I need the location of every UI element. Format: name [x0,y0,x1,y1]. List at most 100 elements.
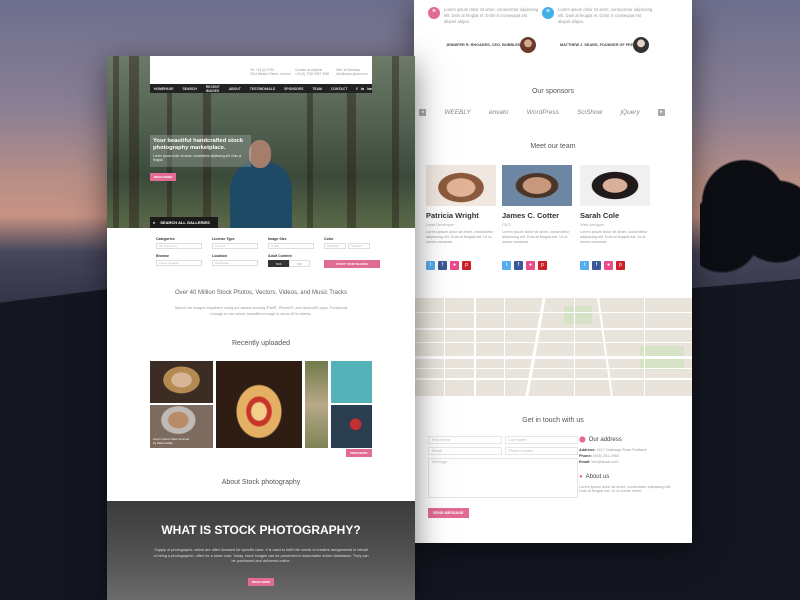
gallery-image[interactable] [216,361,302,448]
nav-item-recent-images[interactable]: RECENT IMAGES [206,85,220,93]
avatar [633,37,649,53]
testimonial-text: Lorem ipsum dolor sit amet, consectetur … [444,7,539,24]
phone-value: (503) 261-2964 [592,454,619,458]
team-socials: t f ● p [580,261,652,270]
testimonials: “ Lorem ipsum dolor sit amet, consectetu… [414,0,692,64]
email-value[interactable]: info@stock.com [591,460,618,464]
gallery-image[interactable] [331,361,372,403]
twitter-icon[interactable]: t [580,261,589,270]
map[interactable] [414,298,692,396]
gallery-image[interactable] [150,361,213,403]
carousel-prev-button[interactable]: ◂ [419,108,426,116]
twitter-icon[interactable]: t [426,261,435,270]
license-select[interactable]: License [212,243,258,249]
team-member-desc: Lorem ipsum dolor sit amet, consectetur … [502,230,570,244]
team-member-role: Web designer [580,222,605,227]
header-info: Contact us anytime +44 (0) 7760 3567 405… [295,68,330,76]
gallery-image[interactable] [331,405,372,448]
location-filter: Location Worldwide [212,254,258,268]
last-name-field[interactable]: Last name [504,436,578,444]
start-search-button[interactable]: START YOUR SEARCH [324,260,380,268]
hero-box: Your beautiful handcrafted stock photogr… [150,135,251,167]
what-read-more-button[interactable]: READ MORE [248,578,275,586]
browse-filter: Browse Latest uploads [156,254,202,268]
nav-item-sponsors[interactable]: SPONSORS [284,87,303,91]
location-select[interactable]: Worldwide [212,260,258,266]
filter-label: Browse [156,254,169,258]
carousel-next-button[interactable]: ▸ [657,108,665,116]
search-icon: ⌕ [153,220,156,225]
nav-item-search[interactable]: SEARCH [183,87,197,91]
dribbble-icon[interactable]: ● [450,261,459,270]
sponsors-title: Our sponsors [531,88,575,95]
team-photo [580,165,650,206]
sponsor-logo[interactable]: SciShow [577,109,602,116]
pinterest-icon[interactable]: p [616,261,625,270]
browse-select[interactable]: Latest uploads [156,260,202,266]
dribbble-icon[interactable]: ● [604,261,613,270]
facebook-icon[interactable]: f [514,261,523,270]
team-member-name: Sarah Cole [580,211,620,220]
address-title: Our address [588,437,622,443]
adult-yes-option[interactable]: YES [268,260,289,267]
quote-icon: “ [542,7,554,19]
send-message-button[interactable]: SEND MESSAGE [428,508,469,518]
sponsor-logo[interactable]: jQuery [621,109,640,116]
behance-icon[interactable]: be [367,86,372,91]
view-more-button[interactable]: VIEW MORE [346,449,372,457]
gallery-image[interactable]: Lorem ipsum dolor sit amet by Mark Field… [150,405,213,448]
background-tree [700,150,800,280]
address-label: Address: [579,448,596,452]
nav-item-contact[interactable]: CONTACT [331,87,347,91]
facebook-icon[interactable]: f [592,261,601,270]
about-us-title: About us [585,474,610,480]
sponsor-logo[interactable]: WEEBLY [444,109,471,116]
adult-no-option[interactable]: NO [289,260,310,267]
pinterest-icon[interactable]: p [462,261,471,270]
gallery-image[interactable] [305,361,328,448]
filter-label: Categories [156,237,175,241]
about-title: About Stock photography [221,479,301,486]
pinterest-icon[interactable]: p [538,261,547,270]
section-heading: Over 40 Million Stock Photos, Vectors, V… [175,290,347,296]
what-text: Supply of photographs, which are often l… [153,548,369,563]
first-name-field[interactable]: First name [428,436,502,444]
contact-title: Get in touch with us [522,417,584,424]
header-info: Tel: +44 (0) 0750 3764 Weston Street, Lo… [250,68,291,76]
nav-item-about[interactable]: ABOUT [229,87,241,91]
message-field[interactable]: Message [428,458,578,498]
color-input[interactable]: #000000 [324,243,346,249]
filter-label: Location [212,254,227,258]
email-field[interactable]: Email [428,447,502,455]
facebook-icon[interactable]: f [438,261,447,270]
nav-item-homepage[interactable]: HOMEPAGE [154,87,174,91]
map-road [414,368,692,369]
phone-label: Phone: [579,454,592,458]
size-select[interactable]: Small [268,243,314,249]
testimonial-text: Lorem ipsum dolor sit amet, consectetur … [558,7,653,24]
size-filter: Image Size Small [268,237,314,249]
dribbble-icon[interactable]: ● [526,261,535,270]
facebook-icon[interactable]: f [356,86,357,91]
map-road [414,342,692,343]
category-select[interactable]: All categories [156,243,202,249]
back-page: “ Lorem ipsum dolor sit amet, consectetu… [414,0,692,543]
nav-item-team[interactable]: TEAM [312,87,322,91]
nav-item-testimonials[interactable]: TESTIMONIALS [250,87,275,91]
team-socials: t f ● p [426,261,498,270]
contact-form: First name Last name Email Phone number … [428,436,578,519]
filter-label: Image Size [268,237,287,241]
sponsor-logo[interactable]: WordPress [527,109,559,116]
linkedin-icon[interactable]: in [361,86,365,91]
color-select-button[interactable]: SELECT [348,243,370,249]
search-galleries-button[interactable]: ⌕ SEARCH ALL GALLERIES [150,217,218,228]
twitter-icon[interactable]: t [502,261,511,270]
quote-icon: “ [428,7,440,19]
tree-trunk [392,56,399,228]
user-icon: ● [579,474,583,480]
sponsor-logo[interactable]: envato [489,109,509,116]
about-us-text: Lorem ipsum dolor sit amet, consectetur … [579,485,672,493]
main-nav: HOMEPAGE SEARCH RECENT IMAGES ABOUT TEST… [150,84,372,93]
phone-field[interactable]: Phone number [504,447,578,455]
hero-read-more-button[interactable]: READ MORE [150,173,177,181]
